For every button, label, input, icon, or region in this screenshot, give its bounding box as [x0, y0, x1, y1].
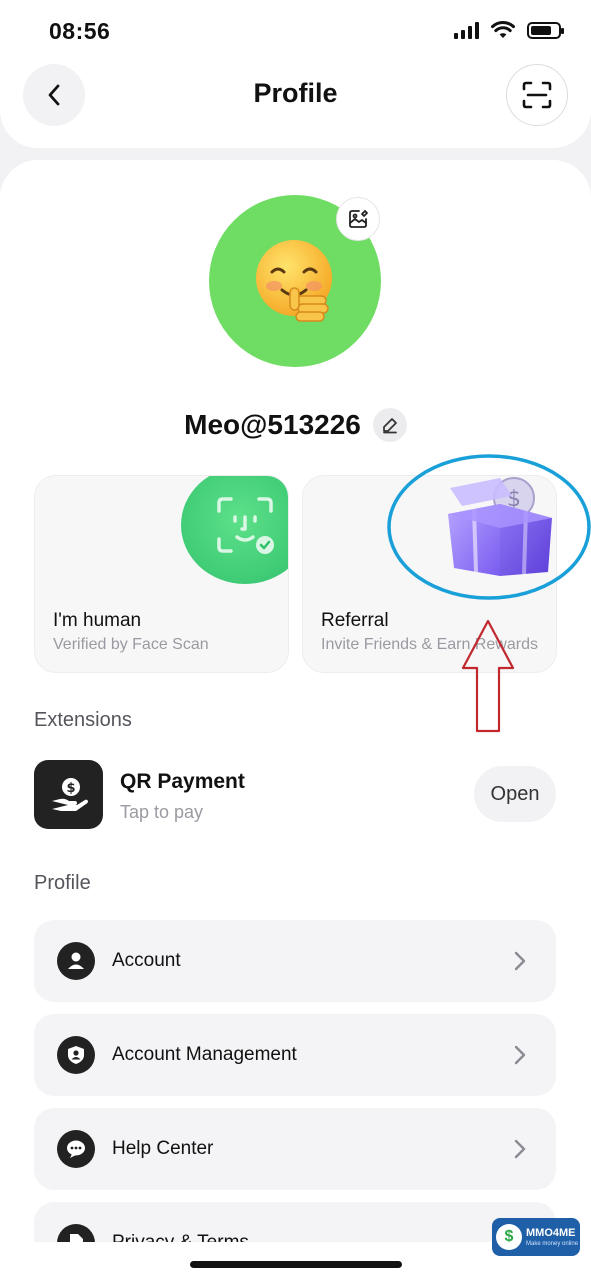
open-qr-payment-button[interactable]: Open [474, 766, 556, 822]
status-time: 08:56 [49, 18, 111, 44]
status-icons [454, 21, 564, 39]
page-title: Profile [253, 78, 338, 108]
hand-coin-icon: $ [51, 777, 88, 811]
top-bar: 08:56 Profile [0, 0, 591, 148]
up-arrow-annotation [461, 619, 515, 733]
face-scan-badge [181, 476, 288, 584]
qr-payment-title: QR Payment [120, 770, 245, 793]
menu-item-account-management[interactable]: Account Management [34, 1014, 556, 1096]
im-human-title: I'm human [53, 610, 142, 631]
dollar-coin-icon: $ [496, 1224, 522, 1250]
image-edit-icon [349, 210, 368, 228]
menu-item-account[interactable]: Account [34, 920, 556, 1002]
qr-payment-subtitle: Tap to pay [120, 802, 204, 822]
watermark-tagline: Make money online [526, 1240, 579, 1247]
qr-payment-extension: $ QR Payment Tap to pay Open [34, 760, 556, 830]
highlight-ellipse-annotation [387, 454, 591, 600]
wifi-icon [491, 21, 515, 38]
pencil-icon [383, 418, 397, 434]
face-scan-icon [217, 497, 274, 554]
shield-user-icon [57, 1036, 95, 1074]
smiling-face-emoji-icon [256, 240, 332, 322]
chevron-right-icon [514, 1045, 526, 1065]
menu-item-help-center[interactable]: Help Center [34, 1108, 556, 1190]
chevron-right-icon [514, 951, 526, 971]
user-icon [57, 942, 95, 980]
svg-text:$: $ [66, 781, 75, 796]
menu-item-label: Help Center [112, 1138, 214, 1159]
profile-content: Meo@513226 I'm human Verified by Face Sc… [0, 160, 591, 1280]
chat-support-icon [57, 1130, 95, 1168]
edit-username-button[interactable] [372, 408, 407, 442]
username-row: Meo@513226 [0, 408, 591, 442]
scan-button[interactable] [506, 64, 568, 126]
referral-title: Referral [321, 610, 389, 631]
watermark-name: MMO4ME [526, 1226, 576, 1239]
extensions-heading: Extensions [34, 709, 132, 731]
battery-icon [527, 21, 564, 39]
chevron-right-icon [514, 1139, 526, 1159]
scan-frame-icon [522, 81, 552, 109]
username: Meo@513226 [184, 409, 361, 440]
qr-payment-app-icon[interactable]: $ [34, 760, 103, 829]
change-avatar-button[interactable] [336, 197, 380, 241]
menu-item-label: Account Management [112, 1044, 297, 1065]
im-human-subtitle: Verified by Face Scan [53, 636, 209, 653]
menu-item-label: Account [112, 950, 181, 971]
home-indicator [190, 1261, 402, 1268]
watermark-logo: $ MMO4ME Make money online [492, 1218, 580, 1256]
im-human-card[interactable]: I'm human Verified by Face Scan [34, 475, 289, 673]
cellular-signal-icon [454, 21, 479, 39]
profile-section-heading: Profile [34, 872, 91, 894]
